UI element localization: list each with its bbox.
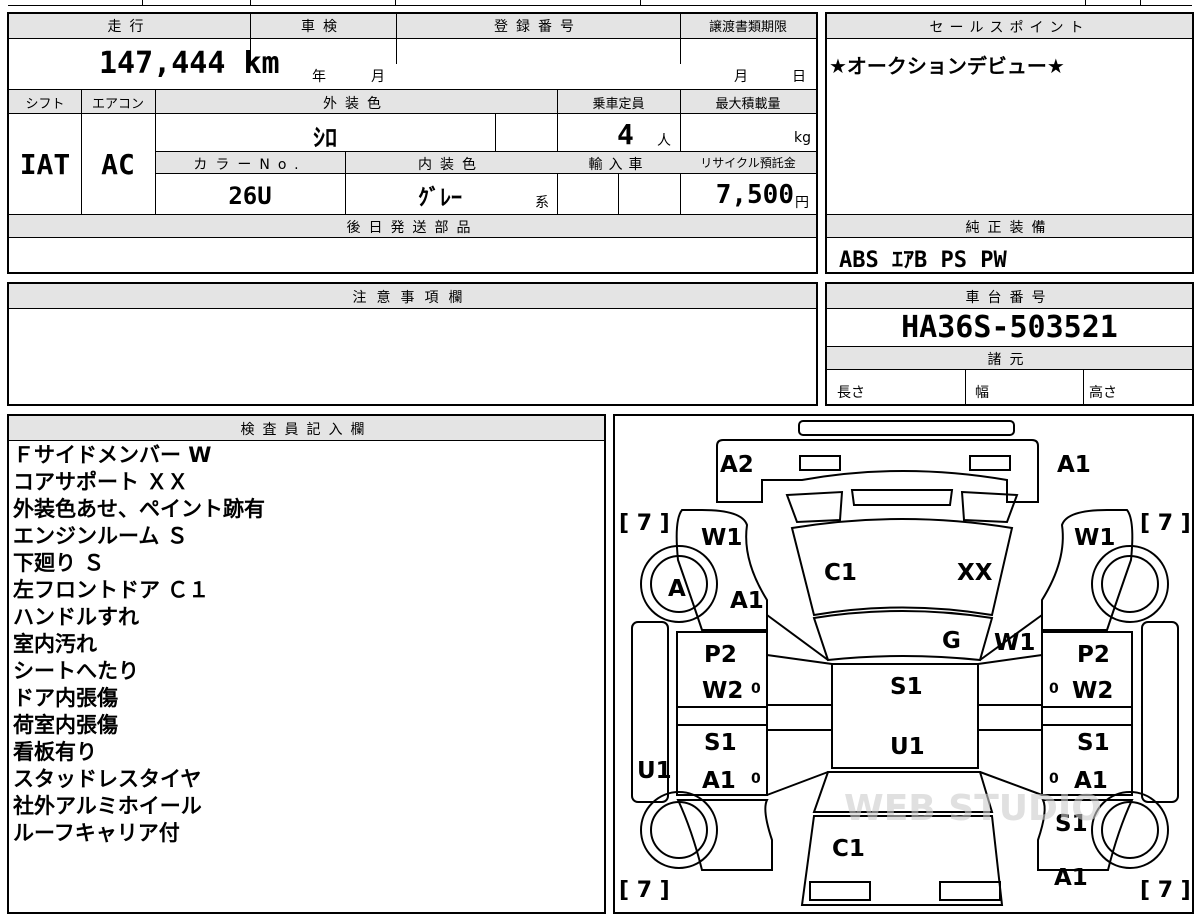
note-line: 下廻り Ｓ [13,551,105,575]
equipment-text: ABS ｴｱB PS PW [839,248,1007,273]
chassis-box: 車台番号 HA36S-503521 諸元 長さ 幅 高さ [825,282,1194,406]
mark: G [942,628,961,654]
mark: W1 [1074,525,1115,551]
mark: A1 [730,588,764,614]
car-diagram: A2 A1 W1 W1 C1 XX A A1 G W1 P2 W2 S1 P2 … [619,420,1191,906]
max-load-label: 最大積載量 [715,97,781,112]
top-strip [0,0,1200,8]
mark: W1 [994,630,1035,656]
zero-mark: 0 [751,771,761,787]
mark: U1 [637,758,672,784]
ac-label: エアコン [91,97,144,112]
import-label: 輸入車 [588,157,649,173]
shift-label: シフト [25,97,65,112]
note-line: ルーフキャリア付 [13,821,180,845]
car-diagram-box: A2 A1 W1 W1 C1 XX A A1 G W1 P2 W2 S1 P2 … [613,414,1194,914]
mark: A1 [1057,452,1091,478]
note-line: ドア内張傷 [13,686,118,710]
max-load-unit: kg [794,130,811,146]
mark: S1 [1077,730,1110,756]
mark: P2 [704,642,737,668]
inspector-notes: Ｆサイドメンバー W コアサポート ＸＸ 外装色あせ、ペイント跡有 エンジンルー… [13,442,265,847]
transfer-month: 月 [734,69,748,85]
caution-label: 注意事項欄 [352,290,473,306]
mileage-unit: km [243,46,280,81]
tire-mark: [ 7 ] [619,511,670,536]
recycle-label: リサイクル預託金 [700,156,796,170]
color-no-label: カラーNo. [193,157,307,173]
tire-mark: [ 7 ] [619,878,670,903]
specs-label: 諸元 [987,352,1032,368]
mark: W2 [1072,678,1113,704]
note-line: 看板有り [13,740,97,764]
tire-mark: [ 7 ] [1140,511,1191,536]
mileage-label: 走行 [107,19,152,35]
exterior-value: ｼﾛ [313,124,337,152]
note-line: エンジンルーム Ｓ [13,524,188,548]
zero-mark: 0 [751,681,761,697]
tire-mark: [ 7 ] [1140,878,1191,903]
spec-width: 幅 [975,385,989,401]
mark: U1 [890,734,925,760]
mark: P2 [1077,642,1110,668]
mark: XX [957,560,993,586]
mark: A2 [720,452,754,478]
interior-suffix: 系 [535,195,549,211]
note-line: 社外アルミホイール [13,794,202,818]
note-line: 室内汚れ [13,632,97,656]
note-line: スタッドレスタイヤ [13,767,202,791]
vehicle-info-table: 走行 車検 登録番号 譲渡書類期限 147,444 km 年 月 月 日 シフト… [7,12,818,274]
note-line: 荷室内張傷 [13,713,118,737]
inspector-label: 検査員記入欄 [240,422,373,438]
equipment-label: 純正装備 [965,220,1054,236]
sales-point-text: ★オークションデビュー★ [829,54,1065,78]
transfer-label: 譲渡書類期限 [708,20,787,35]
mark: C1 [832,836,865,862]
mark: A1 [1054,865,1088,891]
transfer-day: 日 [792,69,806,85]
spec-height: 高さ [1089,385,1117,401]
exterior-label: 外装色 [323,96,389,112]
note-line: Ｆサイドメンバー W [13,443,212,467]
inspector-box: 検査員記入欄 Ｆサイドメンバー W コアサポート ＸＸ 外装色あせ、ペイント跡有… [7,414,606,914]
capacity-label: 乗車定員 [592,97,645,112]
zero-mark: 0 [1049,771,1059,787]
later-parts-label: 後日発送部品 [346,220,479,236]
mark: S1 [704,730,737,756]
mileage-value: 147,444 km [99,46,280,81]
zero-mark: 0 [1049,681,1059,697]
mark: W2 [702,678,743,704]
spec-length: 長さ [837,385,865,401]
interior-value: ｸﾞﾚｰ [417,186,462,211]
inspection-label: 車検 [301,19,345,35]
mark: S1 [890,674,923,700]
mileage-number: 147,444 [99,46,226,81]
shift-value: IAT [19,148,71,181]
capacity-value: 4 [617,118,634,151]
note-line: 外装色あせ、ペイント跡有 [13,497,265,521]
caution-box: 注意事項欄 [7,282,818,406]
mark: C1 [824,560,857,586]
chassis-number: HA36S-503521 [901,310,1118,345]
ac-value: AC [101,148,135,181]
note-line: 左フロントドア Ｃ１ [13,578,210,602]
chassis-label: 車台番号 [965,290,1054,306]
mark: A1 [702,768,736,794]
sales-point-box: セールスポイント ★オークションデビュー★ 純正装備 ABS ｴｱB PS PW [825,12,1194,274]
note-line: ハンドルすれ [13,605,139,629]
watermark: WEB STUDIO [844,788,1102,829]
mark: W1 [701,525,742,551]
inspection-year: 年 [312,69,326,85]
inspection-month: 月 [371,69,385,85]
mark: A [668,576,686,602]
registration-label: 登録番号 [494,19,582,35]
capacity-unit: 人 [657,133,671,149]
color-no-value: 26U [228,182,272,210]
interior-label: 内装色 [418,157,484,173]
sales-point-label: セールスポイント [929,20,1090,36]
note-line: シートへたり [13,659,139,683]
note-line: コアサポート ＸＸ [13,470,189,494]
recycle-unit: 円 [795,195,809,211]
recycle-value: 7,500 [715,180,794,210]
